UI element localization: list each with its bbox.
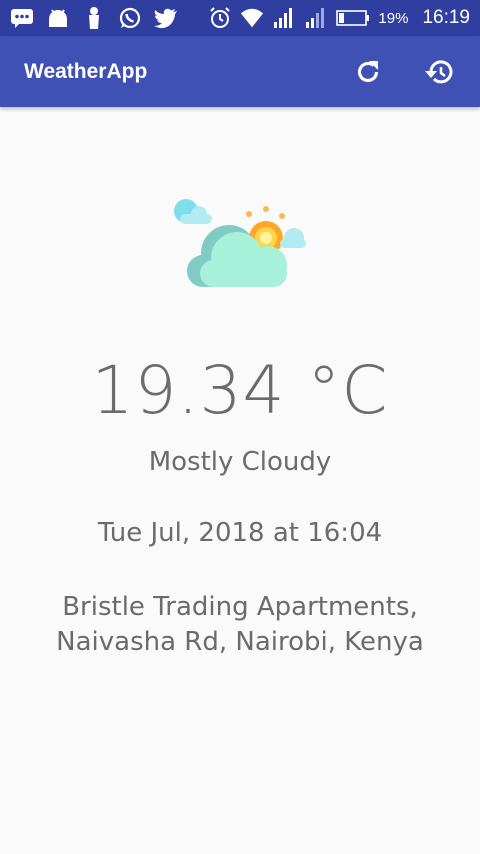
wifi-icon [240,6,264,30]
whatsapp-icon [118,6,142,30]
notification-icons [10,6,178,30]
app-title: WeatherApp [24,59,148,83]
address-line-2: Naivasha Rd, Nairobi, Kenya [56,627,424,657]
android-icon [46,6,70,30]
temperature: 19.34 °C [91,352,389,429]
address-line-1: Bristle Trading Apartments, [62,592,418,622]
history-button[interactable] [424,56,456,88]
location-address: Bristle Trading Apartments, Naivasha Rd,… [0,590,480,660]
battery-percentage: 19% [378,9,409,27]
small-cloud-icon [174,199,212,224]
system-icons: 19% 16:19 [208,6,470,30]
status-time: 16:19 [422,7,470,28]
refresh-button[interactable] [352,56,384,88]
app-bar: WeatherApp [0,36,480,107]
alarm-icon [208,6,232,30]
notification-icon [82,6,106,30]
partly-cloudy-icon [170,195,310,295]
messaging-icon [10,6,34,30]
status-bar: 19% 16:19 [0,0,480,36]
weather-condition: Mostly Cloudy [148,447,332,477]
battery-icon [336,6,370,30]
signal-weak-icon [304,6,328,30]
signal-icon [272,6,296,30]
history-icon [425,59,453,83]
observation-datetime: Tue Jul, 2018 at 16:04 [97,518,383,548]
twitter-icon [154,6,178,30]
refresh-icon [357,60,379,82]
app-bar-actions [352,56,456,88]
